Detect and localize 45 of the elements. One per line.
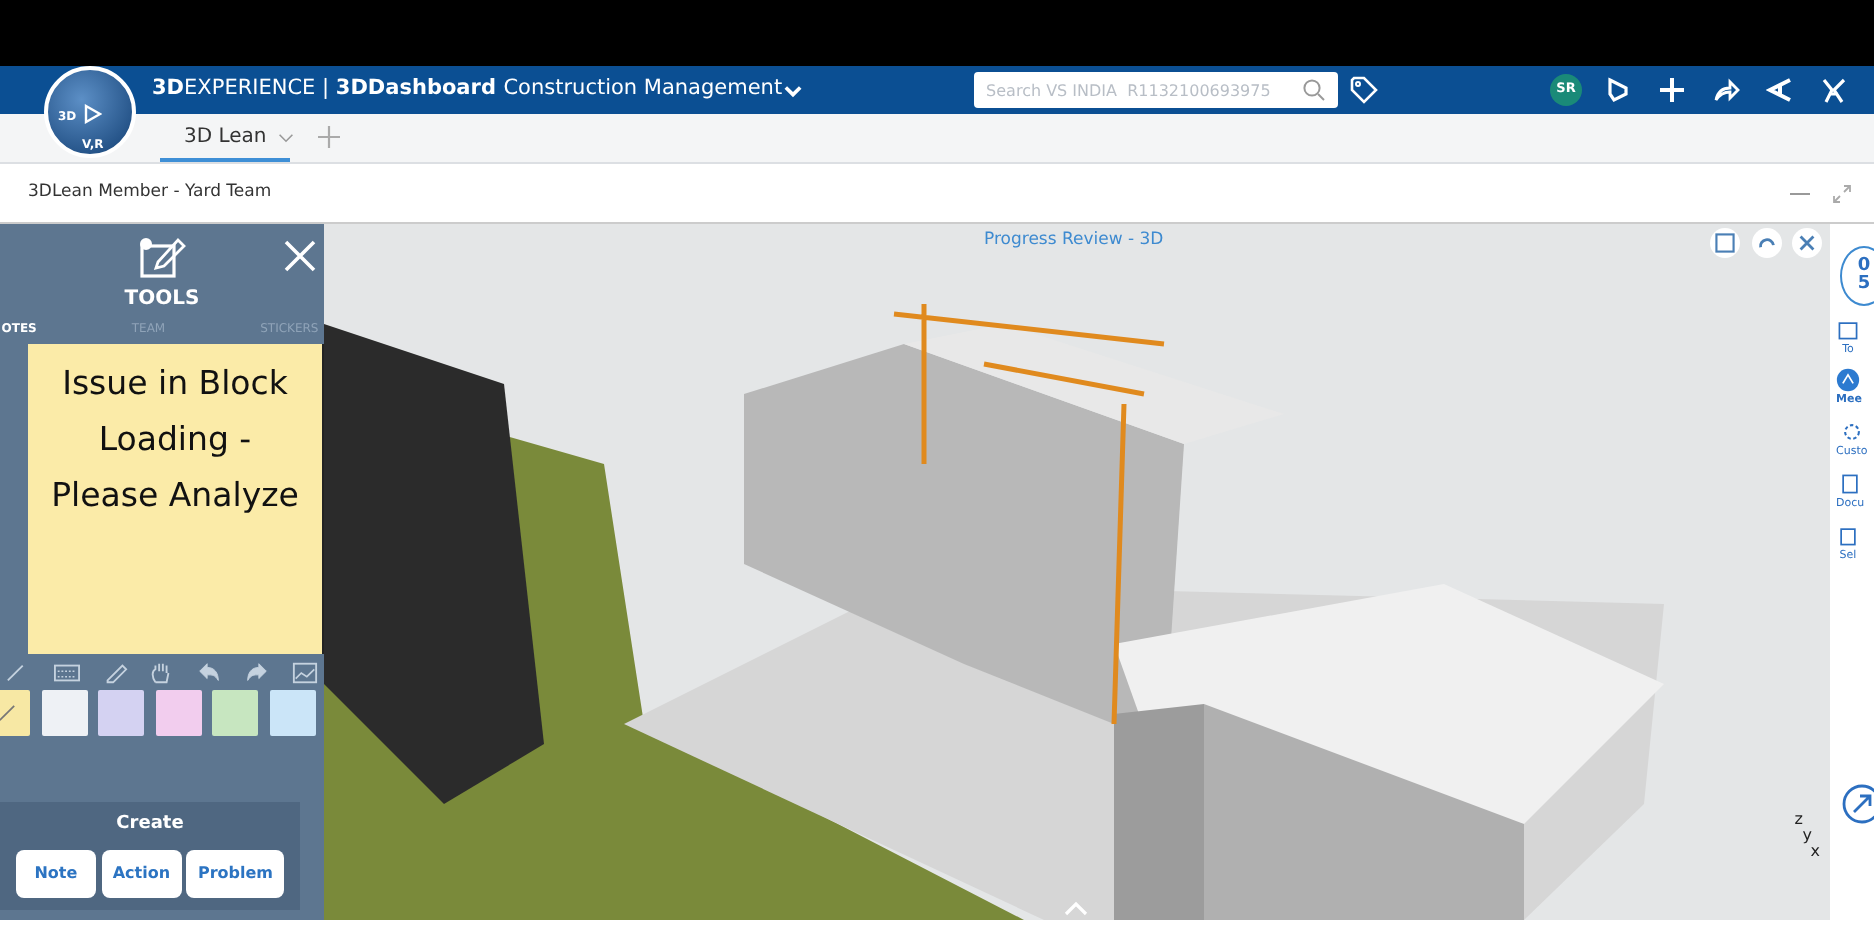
viewport-title: Progress Review - 3D xyxy=(984,228,1164,254)
panel-icon xyxy=(1836,317,1860,341)
color-swatch[interactable] xyxy=(269,690,316,737)
plus-icon[interactable] xyxy=(1658,76,1686,104)
undo-icon[interactable] xyxy=(196,659,223,685)
counter-digit: 0 xyxy=(1857,258,1871,276)
add-tab-icon[interactable] xyxy=(318,126,341,148)
eraser-icon[interactable] xyxy=(101,659,128,685)
check-icon xyxy=(0,704,16,723)
axis-label: x xyxy=(1810,844,1820,860)
network-icon[interactable] xyxy=(1766,76,1794,104)
play-icon xyxy=(82,104,102,124)
search-icon xyxy=(1302,78,1327,102)
color-swatch[interactable] xyxy=(98,690,145,737)
widget-title: 3DLean Member - Yard Team xyxy=(28,180,272,206)
image-icon[interactable] xyxy=(292,659,319,685)
panel-title: TOOLS xyxy=(124,286,200,315)
dashboard-dropdown[interactable]: Construction Management xyxy=(501,72,785,108)
create-button[interactable]: Problem xyxy=(186,849,285,897)
refresh-icon[interactable] xyxy=(1751,228,1781,258)
color-swatch[interactable] xyxy=(212,690,259,737)
color-swatch[interactable] xyxy=(41,690,88,737)
redo-icon[interactable] xyxy=(244,659,271,685)
app-title: 3DEXPERIENCE | 3DDashboard xyxy=(152,74,496,105)
search-field[interactable]: Search VS INDIA R1132100693975 xyxy=(974,72,1339,108)
create-button[interactable]: Action xyxy=(101,849,182,897)
chevron-down-icon xyxy=(784,81,803,99)
document-icon xyxy=(1838,471,1863,496)
counter-digit: 5 xyxy=(1857,276,1871,294)
hand-icon[interactable] xyxy=(148,659,175,685)
create-button[interactable]: Note xyxy=(15,849,96,897)
axis-label: z xyxy=(1794,812,1803,828)
close-icon[interactable] xyxy=(1792,228,1822,258)
color-swatch[interactable] xyxy=(155,690,202,737)
note-edit-icon xyxy=(138,235,186,279)
close-icon[interactable] xyxy=(284,240,316,272)
share-icon[interactable] xyxy=(1712,76,1740,104)
dashboard-tab[interactable]: 3D Lean xyxy=(160,114,291,162)
create-title: Create xyxy=(116,811,184,837)
tag-icon[interactable] xyxy=(1350,76,1379,104)
axis-label: y xyxy=(1802,828,1814,844)
chevron-down-icon[interactable] xyxy=(278,130,295,146)
expand-icon[interactable] xyxy=(1832,183,1852,203)
keyboard-icon[interactable] xyxy=(53,659,80,685)
edit-icon[interactable] xyxy=(1710,228,1740,258)
